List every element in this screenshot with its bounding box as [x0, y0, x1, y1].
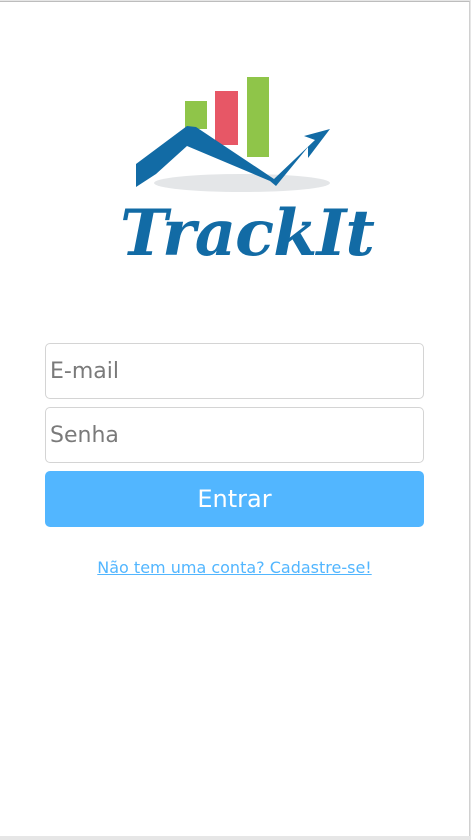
brand-name: TrackIt — [120, 196, 375, 271]
signup-link[interactable]: Não tem uma conta? Cadastre-se! — [0, 558, 469, 577]
login-form: Entrar — [45, 343, 424, 527]
trackit-logo: TrackIt — [120, 68, 375, 284]
password-field[interactable] — [45, 407, 424, 463]
email-field[interactable] — [45, 343, 424, 399]
login-screen: TrackIt Entrar Não tem uma conta? Cadast… — [0, 1, 470, 836]
chart-growth-icon — [136, 77, 330, 192]
login-button[interactable]: Entrar — [45, 471, 424, 527]
